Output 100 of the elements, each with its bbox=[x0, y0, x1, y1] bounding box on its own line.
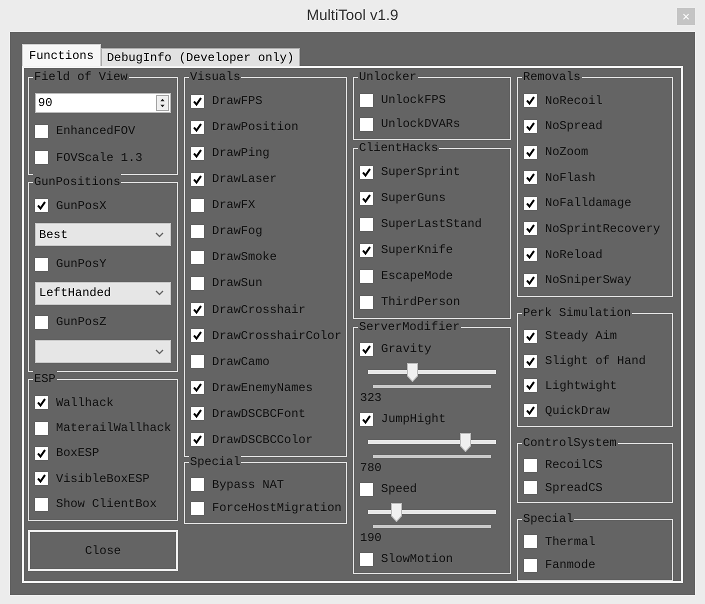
slider-track[interactable] bbox=[368, 503, 496, 523]
checkbox[interactable] bbox=[360, 270, 373, 282]
checkbox[interactable] bbox=[524, 354, 537, 368]
checkbox[interactable] bbox=[524, 274, 537, 287]
checkbox[interactable] bbox=[35, 446, 48, 460]
checkbox-label: SuperGuns bbox=[381, 190, 446, 207]
checkbox[interactable] bbox=[35, 199, 48, 212]
chevron-icon bbox=[155, 290, 164, 296]
checkbox-label: Bypass NAT bbox=[212, 476, 284, 494]
checkbox-label: GunPosX bbox=[56, 198, 106, 215]
checkbox-label: UnlockDVARs bbox=[381, 116, 460, 133]
checkbox-label: QuickDraw bbox=[545, 402, 610, 420]
checkbox-label: DrawPosition bbox=[212, 119, 298, 136]
checkbox[interactable] bbox=[360, 296, 373, 308]
checkbox-label: Slight of Hand bbox=[545, 353, 646, 370]
checkbox[interactable] bbox=[35, 422, 48, 435]
number-field[interactable]: 90 bbox=[35, 93, 171, 114]
checkbox[interactable] bbox=[524, 558, 537, 572]
checkbox[interactable] bbox=[191, 407, 204, 420]
checkbox[interactable] bbox=[191, 250, 204, 264]
checkbox-label: DrawSmoke bbox=[212, 249, 277, 266]
checkbox-label: DrawDSCBCFont bbox=[212, 406, 306, 423]
slider-value: 190 bbox=[360, 531, 382, 545]
checkbox[interactable] bbox=[360, 166, 373, 178]
checkbox[interactable] bbox=[524, 94, 537, 108]
checkbox[interactable] bbox=[35, 316, 48, 329]
slider-thumb[interactable] bbox=[391, 503, 402, 522]
checkbox-label: NoRecoil bbox=[545, 92, 603, 110]
checkbox-label: VisibleBoxESP bbox=[56, 470, 150, 488]
checkbox[interactable] bbox=[35, 396, 48, 410]
checkbox-label: DrawCamo bbox=[212, 354, 270, 371]
checkbox[interactable] bbox=[524, 481, 537, 494]
checkbox[interactable] bbox=[524, 248, 537, 262]
checkbox-label: NoFlash bbox=[545, 170, 596, 187]
checkbox[interactable] bbox=[360, 552, 373, 566]
checkbox[interactable] bbox=[524, 458, 537, 472]
slider-thumb[interactable] bbox=[406, 363, 418, 382]
spinner-icon[interactable] bbox=[156, 95, 169, 112]
slider-track[interactable] bbox=[368, 433, 496, 453]
checkbox[interactable] bbox=[524, 330, 537, 343]
checkbox-label: SuperLastStand bbox=[381, 216, 482, 233]
slider-thumb[interactable] bbox=[460, 433, 472, 452]
checkbox[interactable] bbox=[191, 276, 204, 290]
checkbox-label: DrawFog bbox=[212, 223, 262, 240]
checkbox[interactable] bbox=[191, 502, 204, 515]
checkbox[interactable] bbox=[360, 342, 373, 356]
checkbox[interactable] bbox=[191, 329, 204, 342]
checkbox-label: Thermal bbox=[545, 534, 596, 551]
checkbox[interactable] bbox=[191, 94, 204, 108]
checkbox[interactable] bbox=[524, 146, 537, 159]
tab[interactable]: DebugInfo (Developer only) bbox=[100, 48, 300, 66]
checkbox-label: Steady Aim bbox=[545, 328, 618, 346]
checkbox[interactable] bbox=[35, 258, 48, 271]
checkbox[interactable] bbox=[191, 381, 204, 394]
checkbox[interactable] bbox=[191, 198, 204, 212]
chevron-icon bbox=[155, 348, 164, 355]
checkbox[interactable] bbox=[35, 472, 48, 486]
checkbox-label: MaterailWallhack bbox=[56, 420, 172, 438]
checkbox[interactable] bbox=[191, 303, 204, 316]
checkbox-label: FOVScale 1.3 bbox=[56, 150, 142, 167]
checkbox-label: NoSprintRecovery bbox=[545, 220, 660, 238]
checkbox[interactable] bbox=[191, 120, 204, 134]
checkbox-label: Show ClientBox bbox=[56, 496, 157, 514]
checkbox-label: Wallhack bbox=[56, 394, 114, 412]
checkbox[interactable] bbox=[360, 118, 373, 130]
checkbox[interactable] bbox=[191, 433, 204, 446]
dropdown[interactable]: Best bbox=[35, 223, 171, 246]
checkbox[interactable] bbox=[360, 244, 373, 256]
checkbox[interactable] bbox=[524, 535, 537, 548]
dropdown[interactable] bbox=[35, 340, 171, 364]
checkbox[interactable] bbox=[191, 172, 204, 186]
checkbox[interactable] bbox=[360, 192, 373, 204]
checkbox-label: RecoilCS bbox=[545, 457, 603, 474]
checkbox[interactable] bbox=[360, 482, 373, 496]
checkbox[interactable] bbox=[524, 379, 537, 392]
checkbox-label: SuperSprint bbox=[381, 164, 460, 181]
dropdown[interactable]: LeftHanded bbox=[35, 282, 171, 305]
checkbox[interactable] bbox=[35, 151, 48, 164]
checkbox-label: GunPosZ bbox=[56, 314, 106, 332]
checkbox[interactable] bbox=[524, 404, 537, 418]
checkbox[interactable] bbox=[360, 94, 373, 106]
checkbox[interactable] bbox=[35, 498, 48, 511]
group-title: Special bbox=[522, 511, 574, 527]
checkbox[interactable] bbox=[524, 222, 537, 236]
checkbox[interactable] bbox=[191, 224, 204, 238]
checkbox[interactable] bbox=[35, 124, 48, 138]
slider-track[interactable] bbox=[368, 363, 496, 383]
checkbox[interactable] bbox=[524, 120, 537, 133]
checkbox[interactable] bbox=[360, 218, 373, 230]
checkbox[interactable] bbox=[524, 196, 537, 210]
slider-value: 780 bbox=[360, 461, 382, 475]
checkbox-label: NoZoom bbox=[545, 144, 588, 162]
checkbox-label: DrawPing bbox=[212, 145, 270, 162]
checkbox[interactable] bbox=[191, 146, 204, 160]
checkbox[interactable] bbox=[524, 171, 537, 184]
checkbox[interactable] bbox=[360, 412, 373, 426]
checkbox[interactable] bbox=[191, 478, 204, 492]
checkbox[interactable] bbox=[191, 355, 204, 368]
tab[interactable]: Functions bbox=[22, 44, 101, 66]
checkbox-label: DrawSun bbox=[212, 275, 262, 292]
